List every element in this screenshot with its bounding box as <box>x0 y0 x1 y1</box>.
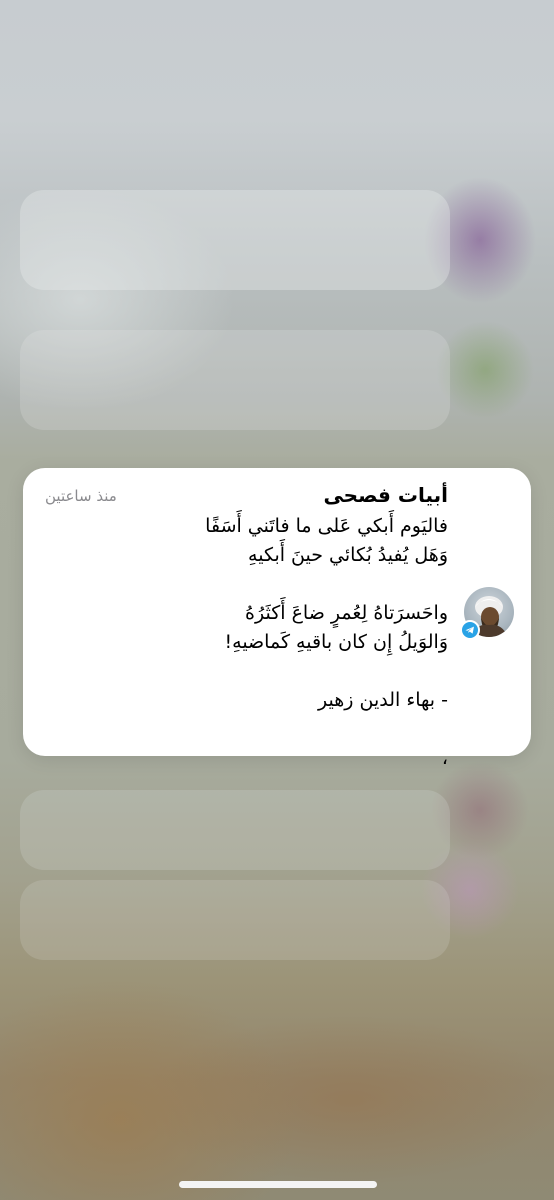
message-line: ، <box>441 747 448 769</box>
blurred-background-notification <box>20 790 450 870</box>
avatar-container <box>460 587 514 640</box>
message-line: وَهَل يُفيدُ بُكائي حينَ أَبكيهِ <box>248 544 448 566</box>
notification-card[interactable]: أبيات فصحى منذ ساعتين فاليَوم أَبكي عَلى… <box>23 468 531 769</box>
blurred-background-notification <box>20 880 450 960</box>
message-line <box>48 715 448 744</box>
blurred-background-notification <box>20 190 450 290</box>
blurred-background-notification <box>20 330 450 430</box>
message-line <box>48 570 448 599</box>
notification-message: فاليَوم أَبكي عَلى ما فاتَني أَسَفًا وَه… <box>48 512 448 773</box>
message-line: واحَسرَتاهُ لِعُمرٍ ضاعَ أَكثَرُهُ <box>245 602 448 624</box>
message-line: فاليَوم أَبكي عَلى ما فاتَني أَسَفًا <box>205 515 448 537</box>
message-line: وَالوَيلُ إِن كان باقيهِ كَماضيهِ! <box>224 631 448 653</box>
telegram-icon <box>460 620 480 640</box>
notification-title: أبيات فصحى <box>323 483 448 507</box>
notification-timestamp: منذ ساعتين <box>45 487 117 505</box>
home-indicator[interactable] <box>179 1181 377 1188</box>
message-line: - بهاء الدين زهير <box>318 689 448 711</box>
message-line <box>48 657 448 686</box>
